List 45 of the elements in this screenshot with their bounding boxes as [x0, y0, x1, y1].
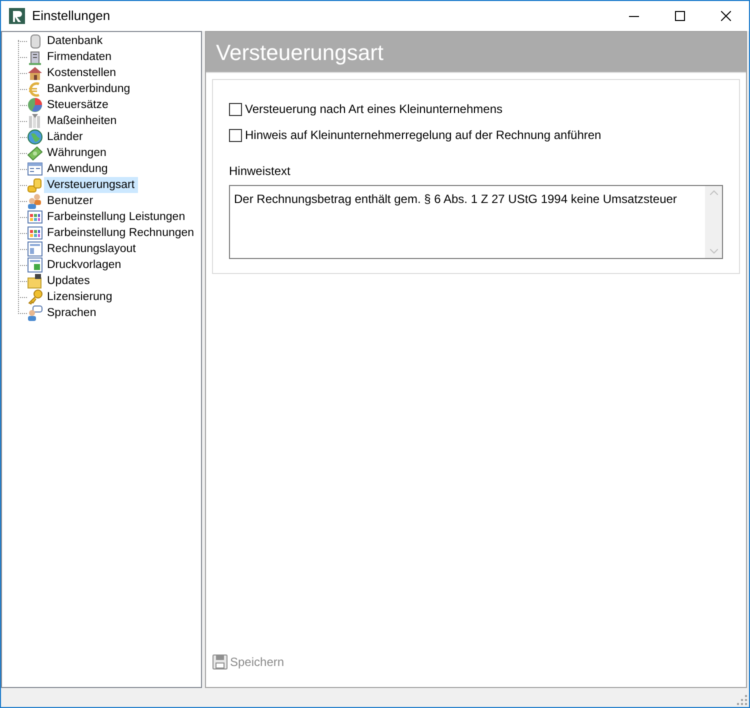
tree-item[interactable]: Lizensierung — [44, 289, 116, 305]
building-icon — [27, 49, 43, 65]
tree-item[interactable]: Maßeinheiten — [44, 113, 120, 129]
window-title: Einstellungen — [32, 7, 110, 26]
banknote-icon — [27, 145, 43, 161]
key-icon — [27, 289, 43, 305]
panel-title: Versteuerungsart — [216, 38, 384, 67]
note-label: Hinweistext — [229, 163, 292, 180]
tree-item[interactable]: Benutzer — [44, 193, 96, 209]
layout-icon — [27, 241, 43, 257]
window-icon — [27, 161, 43, 177]
tree-item[interactable]: Sprachen — [44, 305, 100, 321]
maximize-icon — [675, 11, 685, 21]
ruler-icon — [27, 113, 43, 129]
color-grid-icon — [27, 209, 43, 225]
folder-icon — [27, 273, 43, 289]
tree-item[interactable]: Rechnungslayout — [44, 241, 139, 257]
globe-icon — [27, 129, 43, 145]
checkbox[interactable] — [229, 102, 242, 116]
tree-item[interactable]: Bankverbindung — [44, 81, 134, 97]
tree-item[interactable]: Länder — [44, 129, 86, 145]
tree-item[interactable]: Druckvorlagen — [44, 257, 124, 273]
coins-icon — [27, 177, 43, 193]
tree-item[interactable]: Farbeinstellung Rechnungen — [44, 225, 198, 241]
checkbox[interactable] — [229, 128, 242, 142]
checkbox-label: Versteuerung nach Art eines Kleinunternehmens — [245, 101, 503, 118]
users-icon — [27, 193, 43, 209]
tree-item[interactable]: Updates — [44, 273, 93, 289]
app-logo-icon — [9, 8, 25, 24]
checkbox-label: Hinweis auf Kleinunternehmerregelung auf der Rechnung anführen — [245, 127, 602, 144]
tree-item[interactable]: Datenbank — [44, 33, 106, 49]
tree-item[interactable]: Farbeinstellung Leistungen — [44, 209, 188, 225]
tree-item[interactable]: Kostenstellen — [44, 65, 120, 81]
pie-chart-icon — [27, 97, 43, 113]
resize-grip-icon[interactable] — [737, 695, 747, 705]
person-speech-icon — [27, 305, 43, 321]
tree-item[interactable]: Steuersätze — [44, 97, 112, 113]
tree-item[interactable]: Firmendaten — [44, 49, 115, 65]
tree-item[interactable]: Anwendung — [44, 161, 111, 177]
tree-item[interactable]: Währungen — [44, 145, 110, 161]
tree-item[interactable]: Versteuerungsart — [44, 177, 138, 193]
house-icon — [27, 65, 43, 81]
layout-icon — [27, 257, 43, 273]
color-grid-icon — [27, 225, 43, 241]
close-icon — [721, 11, 731, 21]
